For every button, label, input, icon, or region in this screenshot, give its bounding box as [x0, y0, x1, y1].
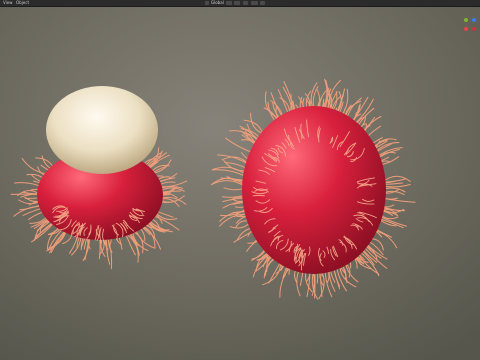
- axis-y-icon[interactable]: [464, 18, 468, 22]
- overlay-icon[interactable]: [251, 1, 258, 5]
- rambutan-aril: [46, 86, 158, 174]
- shading-icon[interactable]: [260, 1, 265, 5]
- navigation-gizmo[interactable]: [462, 14, 480, 36]
- transform-orientation-select[interactable]: Global: [211, 0, 224, 6]
- transform-orientation-icon[interactable]: [205, 1, 209, 5]
- proportional-edit-icon[interactable]: [243, 1, 248, 5]
- viewport-render: [0, 0, 480, 360]
- snap-icon[interactable]: [234, 1, 240, 5]
- pivot-icon[interactable]: [226, 1, 232, 5]
- axis-neg-icon[interactable]: [472, 27, 476, 31]
- 3d-viewport[interactable]: [0, 0, 480, 360]
- viewport-header: View Object Global: [0, 0, 480, 7]
- hair-strand: [252, 194, 265, 197]
- menu-object[interactable]: Object: [16, 0, 29, 6]
- menu-view[interactable]: View: [3, 0, 13, 6]
- axis-x-icon[interactable]: [464, 27, 468, 31]
- axis-z-icon[interactable]: [472, 18, 476, 22]
